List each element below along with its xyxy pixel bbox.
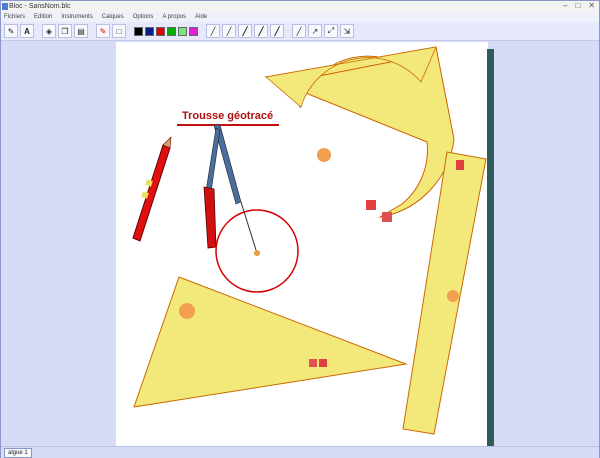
arrow-icon: ↗ xyxy=(311,26,319,36)
color-swatch-light-green[interactable] xyxy=(178,26,187,36)
line-thin-icon: ╱ xyxy=(210,26,216,36)
window-title: Bloc - SansNom.blc xyxy=(9,3,71,10)
line-thick-button[interactable]: ╱ xyxy=(238,24,252,38)
marker-tool-button[interactable]: ✎ xyxy=(96,24,110,38)
segment-tool-button[interactable]: ╱ xyxy=(292,24,306,38)
pencil-icon: ✎ xyxy=(7,26,15,36)
menu-aide[interactable]: Aide xyxy=(195,12,207,22)
protractor-close-icon[interactable] xyxy=(366,200,376,210)
line-bold-icon: ╱ xyxy=(258,26,264,36)
page-icon: □ xyxy=(116,26,122,36)
menu-instruments[interactable]: Instruments xyxy=(61,12,92,22)
line-thick-icon: ╱ xyxy=(242,26,248,36)
compass[interactable] xyxy=(203,124,260,256)
pencil[interactable] xyxy=(132,136,172,242)
protractor-delete-icon[interactable] xyxy=(382,212,392,222)
color-swatch-black[interactable] xyxy=(134,26,143,36)
layer-tab[interactable]: algue 1 xyxy=(4,448,32,458)
ruler-close-icon[interactable] xyxy=(456,160,464,170)
double-arrow-icon: ⤢ xyxy=(327,26,335,35)
protractor[interactable] xyxy=(264,46,455,222)
menu-options[interactable]: Options xyxy=(133,12,154,22)
resize-icon: ⇲ xyxy=(343,26,351,36)
paste-icon: ▤ xyxy=(77,26,85,36)
maximize-button[interactable]: □ xyxy=(575,1,580,12)
set-square-pivot xyxy=(179,303,195,319)
protractor-pivot xyxy=(317,148,331,162)
drawing-svg: Trousse géotracé xyxy=(132,46,487,435)
menu-fichiers[interactable]: Fichiers xyxy=(4,12,25,22)
toolbar: ✎ A ◈ ❐ ▤ ✎ □ ╱ ╱ ╱ ╱ ╱ ╱ ↗ ⤢ ⇲ xyxy=(1,22,599,41)
color-swatch-navy[interactable] xyxy=(145,26,154,36)
paste-tool-button[interactable]: ▤ xyxy=(74,24,88,38)
resize-tool-button[interactable]: ⇲ xyxy=(340,24,354,38)
drawing-canvas[interactable]: Trousse géotracé xyxy=(116,42,488,446)
set-square[interactable] xyxy=(133,276,408,408)
close-button[interactable]: ✕ xyxy=(588,1,595,12)
blank-tool-button[interactable]: □ xyxy=(112,24,126,38)
color-swatch-red[interactable] xyxy=(156,26,165,36)
line-thin-button[interactable]: ╱ xyxy=(206,24,220,38)
line-medium-icon: ╱ xyxy=(226,26,232,36)
set-square-delete-icon[interactable] xyxy=(319,359,327,367)
minimize-button[interactable]: – xyxy=(563,1,567,12)
menu-edition[interactable]: Edition xyxy=(34,12,52,22)
line-bold-button[interactable]: ╱ xyxy=(254,24,268,38)
text-tool-button[interactable]: A xyxy=(20,24,34,38)
line-medium-button[interactable]: ╱ xyxy=(222,24,236,38)
eraser-icon: ◈ xyxy=(45,26,53,36)
menu-bar: Fichiers Edition Instruments Calques Opt… xyxy=(1,12,599,22)
line-heavy-icon: ╱ xyxy=(274,26,280,36)
text-icon: A xyxy=(24,26,30,36)
double-arrow-tool-button[interactable]: ⤢ xyxy=(324,24,338,38)
menu-calques[interactable]: Calques xyxy=(102,12,124,22)
marker-icon: ✎ xyxy=(99,26,107,36)
copy-tool-button[interactable]: ❐ xyxy=(58,24,72,38)
drawing-title: Trousse géotracé xyxy=(182,110,273,122)
ruler-pivot xyxy=(447,290,459,302)
vertical-scrollbar[interactable] xyxy=(487,49,494,446)
layer-tab-bar: algue 1 xyxy=(1,446,599,458)
title-bar: Bloc - SansNom.blc – □ ✕ xyxy=(1,1,599,12)
eraser-tool-button[interactable]: ◈ xyxy=(42,24,56,38)
app-window: Bloc - SansNom.blc – □ ✕ Fichiers Editio… xyxy=(0,0,600,458)
color-swatch-green[interactable] xyxy=(167,26,176,36)
line-heavy-button[interactable]: ╱ xyxy=(270,24,284,38)
copy-icon: ❐ xyxy=(61,26,69,36)
color-swatch-magenta[interactable] xyxy=(189,26,198,36)
app-icon xyxy=(2,3,8,10)
pencil-tool-button[interactable]: ✎ xyxy=(4,24,18,38)
arrow-tool-button[interactable]: ↗ xyxy=(308,24,322,38)
menu-a-propos[interactable]: A propos xyxy=(162,12,186,22)
set-square-close-icon[interactable] xyxy=(309,359,317,367)
segment-icon: ╱ xyxy=(296,26,302,36)
